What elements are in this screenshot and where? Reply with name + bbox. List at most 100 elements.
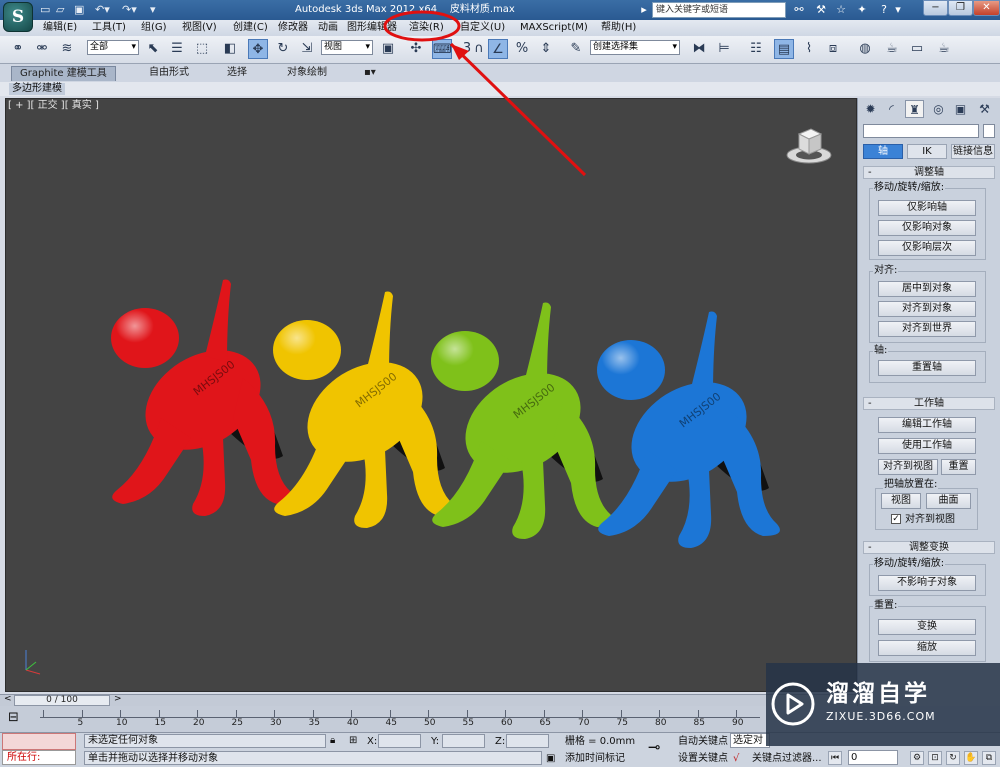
object-name-field[interactable] [863, 124, 979, 138]
selection-filter-dropdown[interactable]: 全部 [87, 40, 139, 55]
window-crossing-icon[interactable]: ◧ [220, 39, 240, 59]
bind-space-warp-icon[interactable]: ≋ [57, 39, 77, 59]
place-view-button[interactable]: 视图 [881, 493, 921, 509]
reset-pivot-button[interactable]: 重置轴 [878, 360, 976, 376]
edit-named-selection-icon[interactable]: ✎ [566, 39, 586, 59]
rollout-adjust-pivot[interactable]: - 调整轴 [863, 166, 995, 179]
schematic-view-icon[interactable]: ⧈ [823, 39, 843, 59]
pan-view-icon[interactable]: ✋ [964, 751, 978, 765]
new-file-icon[interactable]: ▭ [40, 3, 50, 17]
select-by-name-icon[interactable]: ☰ [167, 39, 187, 59]
close-button[interactable]: ✕ [973, 0, 1000, 16]
ribbon-options-icon[interactable]: ▪▾ [356, 66, 384, 81]
mini-curve-editor-icon[interactable]: ⊟ [8, 711, 19, 724]
menu-views[interactable]: 视图(V) [182, 21, 217, 35]
menu-customize[interactable]: 自定义(U) [460, 21, 505, 35]
rectangle-selection-icon[interactable]: ⬚ [192, 39, 212, 59]
reference-coordinate-dropdown[interactable]: 视图 [321, 40, 373, 55]
spinner-snap-icon[interactable]: ⇕ [536, 39, 556, 59]
create-icon[interactable]: ✹ [861, 100, 880, 118]
z-coordinate-field[interactable] [506, 734, 549, 748]
tab-graphite-modeling[interactable]: Graphite 建模工具 [11, 66, 116, 81]
tab-ik[interactable]: IK [907, 144, 947, 159]
reset-transform-button[interactable]: 变换 [878, 619, 976, 635]
align-icon[interactable]: ⊨ [714, 39, 734, 59]
select-and-manipulate-icon[interactable]: ✣ [406, 39, 426, 59]
named-selection-dropdown[interactable]: 创建选择集 [590, 40, 680, 55]
set-key-label[interactable]: 设置关键点 [678, 752, 728, 765]
tab-freeform[interactable]: 自由形式 [141, 66, 197, 81]
orbit-icon[interactable]: ↻ [946, 751, 960, 765]
edit-working-pivot-button[interactable]: 编辑工作轴 [878, 417, 976, 433]
current-frame-field[interactable]: 0 [848, 750, 898, 765]
layer-manager-icon[interactable]: ☷ [746, 39, 766, 59]
select-and-scale-icon[interactable]: ⇲ [297, 39, 317, 59]
redo-icon[interactable]: ↷▾ [122, 3, 137, 17]
use-working-pivot-button[interactable]: 使用工作轴 [878, 438, 976, 454]
minimize-button[interactable]: − [923, 0, 948, 16]
display-icon[interactable]: ▣ [951, 100, 970, 118]
dont-affect-children-button[interactable]: 不影响子对象 [878, 575, 976, 591]
menu-tools[interactable]: 工具(T) [92, 21, 126, 35]
undo-icon[interactable]: ↶▾ [95, 3, 110, 17]
reset-scale-button[interactable]: 缩放 [878, 640, 976, 656]
menu-graph-editors[interactable]: 图形编辑器 [347, 21, 397, 35]
application-button[interactable]: S [3, 2, 33, 32]
time-config-icon[interactable]: ⚙ [910, 751, 924, 765]
select-and-move-icon[interactable]: ✥ [248, 39, 268, 59]
viewport-label[interactable]: [ + ][ 正交 ][ 真实 ] [8, 100, 99, 112]
graphite-toggle-icon[interactable]: ▤ [774, 39, 794, 59]
go-to-start-icon[interactable]: ⏮ [828, 751, 842, 765]
save-icon[interactable]: ▣ [74, 3, 84, 17]
select-and-link-icon[interactable]: ⚭ [8, 39, 28, 59]
hierarchy-icon[interactable]: ♜ [905, 100, 924, 118]
time-slider-next-icon[interactable]: > [114, 694, 122, 705]
align-to-world-button[interactable]: 对齐到世界 [878, 321, 976, 337]
pivot-center-icon[interactable]: ▣ [378, 39, 398, 59]
zoom-extents-icon[interactable]: ⊡ [928, 751, 942, 765]
object-color-swatch[interactable] [983, 124, 995, 138]
favorites-icon[interactable]: ✦ [855, 3, 869, 17]
center-to-object-button[interactable]: 居中到对象 [878, 281, 976, 297]
menu-create[interactable]: 创建(C) [233, 21, 268, 35]
quick-access-menu-icon[interactable]: ▾ [150, 3, 156, 17]
reset-working-pivot-button[interactable]: 重置 [941, 459, 976, 475]
align-to-object-button[interactable]: 对齐到对象 [878, 301, 976, 317]
time-slider-handle[interactable]: 0 / 100 [14, 695, 110, 706]
keyboard-shortcut-override-icon[interactable]: ⌨ [432, 39, 452, 59]
rollout-adjust-transform[interactable]: - 调整变换 [863, 541, 995, 554]
mirror-icon[interactable]: ⧓ [689, 39, 709, 59]
menu-help[interactable]: 帮助(H) [601, 21, 636, 35]
restore-button[interactable]: ❐ [948, 0, 973, 16]
unlink-icon[interactable]: ⚮ [32, 39, 52, 59]
subscription-icon[interactable]: ⚒ [814, 3, 828, 17]
rollout-working-pivot[interactable]: - 工作轴 [863, 397, 995, 410]
rendered-frame-icon[interactable]: ▭ [907, 39, 927, 59]
align-to-view-button[interactable]: 对齐到视图 [878, 459, 938, 475]
maxscript-line-field[interactable]: 所在行: [2, 750, 76, 765]
menu-group[interactable]: 组(G) [141, 21, 167, 35]
utilities-icon[interactable]: ⚒ [975, 100, 994, 118]
track-bar-ruler[interactable] [40, 710, 760, 718]
affect-object-only-button[interactable]: 仅影响对象 [878, 220, 976, 236]
viewcube-icon[interactable] [785, 124, 833, 168]
time-slider-prev-icon[interactable]: < [4, 694, 12, 705]
key-filters-button[interactable]: 关键点过滤器... [752, 752, 822, 765]
tab-object-paint[interactable]: 对象绘制 [279, 66, 335, 81]
help-dropdown-icon[interactable]: ▾ [891, 3, 905, 17]
render-production-icon[interactable]: ☕ [934, 39, 954, 59]
search-input[interactable]: 键入关键字或短语 [652, 2, 786, 18]
menu-animation[interactable]: 动画 [318, 21, 338, 35]
set-key-icon[interactable]: ⊸ [648, 740, 661, 755]
tab-selection[interactable]: 选择 [219, 66, 255, 81]
tab-link-info[interactable]: 链接信息 [951, 144, 995, 159]
selection-lock-icon[interactable]: 🔒︎ [330, 734, 335, 747]
place-surface-button[interactable]: 曲面 [926, 493, 971, 509]
absolute-mode-icon[interactable]: ⊞ [349, 734, 357, 747]
menu-edit[interactable]: 编辑(E) [43, 21, 77, 35]
help-icon[interactable]: ? [877, 3, 891, 17]
render-setup-icon[interactable]: ☕ [882, 39, 902, 59]
y-coordinate-field[interactable] [442, 734, 485, 748]
menu-rendering[interactable]: 渲染(R) [409, 21, 444, 35]
align-to-view-checkbox[interactable]: ✓ [891, 514, 901, 524]
